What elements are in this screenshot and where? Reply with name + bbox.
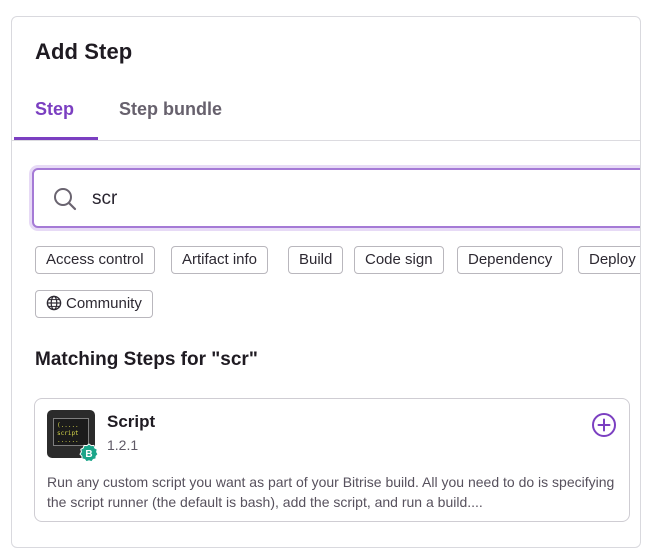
bitrise-verified-badge-icon: B	[79, 443, 99, 463]
filter-chip-code-sign[interactable]: Code sign	[354, 246, 444, 274]
search-icon	[54, 188, 77, 211]
results-heading: Matching Steps for "scr"	[35, 349, 258, 370]
search-input[interactable]	[90, 182, 494, 216]
globe-icon	[46, 295, 62, 310]
tab-step[interactable]: Step	[35, 99, 74, 120]
step-name: Script	[107, 412, 156, 431]
step-description: Run any custom script you want as part o…	[47, 474, 615, 510]
filter-chip-dependency[interactable]: Dependency	[457, 246, 564, 274]
filter-chip-build[interactable]: Build	[288, 246, 344, 274]
icon-code-line: (.....	[57, 422, 79, 429]
add-step-icon[interactable]	[591, 412, 617, 438]
step-card-script[interactable]: (..... script ...... B Script 1.2.1 Run …	[34, 398, 630, 522]
icon-code-line: script	[57, 430, 79, 437]
tab-bar: Step Step bundle	[12, 91, 640, 141]
active-tab-indicator	[14, 137, 98, 140]
step-version: 1.2.1	[107, 437, 139, 453]
icon-code-line: ......	[57, 437, 79, 444]
filter-chip-access-control[interactable]: Access control	[35, 246, 155, 274]
filter-chip-artifact-info[interactable]: Artifact info	[171, 246, 269, 274]
add-step-dialog: Add Step Step Step bundle Access control…	[11, 16, 641, 548]
filter-chip-community-label: Community	[66, 295, 142, 312]
search-box[interactable]	[32, 168, 640, 228]
tab-step-bundle[interactable]: Step bundle	[119, 99, 222, 120]
terminal-screen: (..... script ......	[53, 418, 89, 446]
dialog-title: Add Step	[35, 39, 133, 64]
filter-chip-community[interactable]: Community	[35, 290, 153, 318]
filter-chip-deploy[interactable]: Deploy	[578, 246, 640, 274]
badge-letter: B	[85, 449, 92, 460]
